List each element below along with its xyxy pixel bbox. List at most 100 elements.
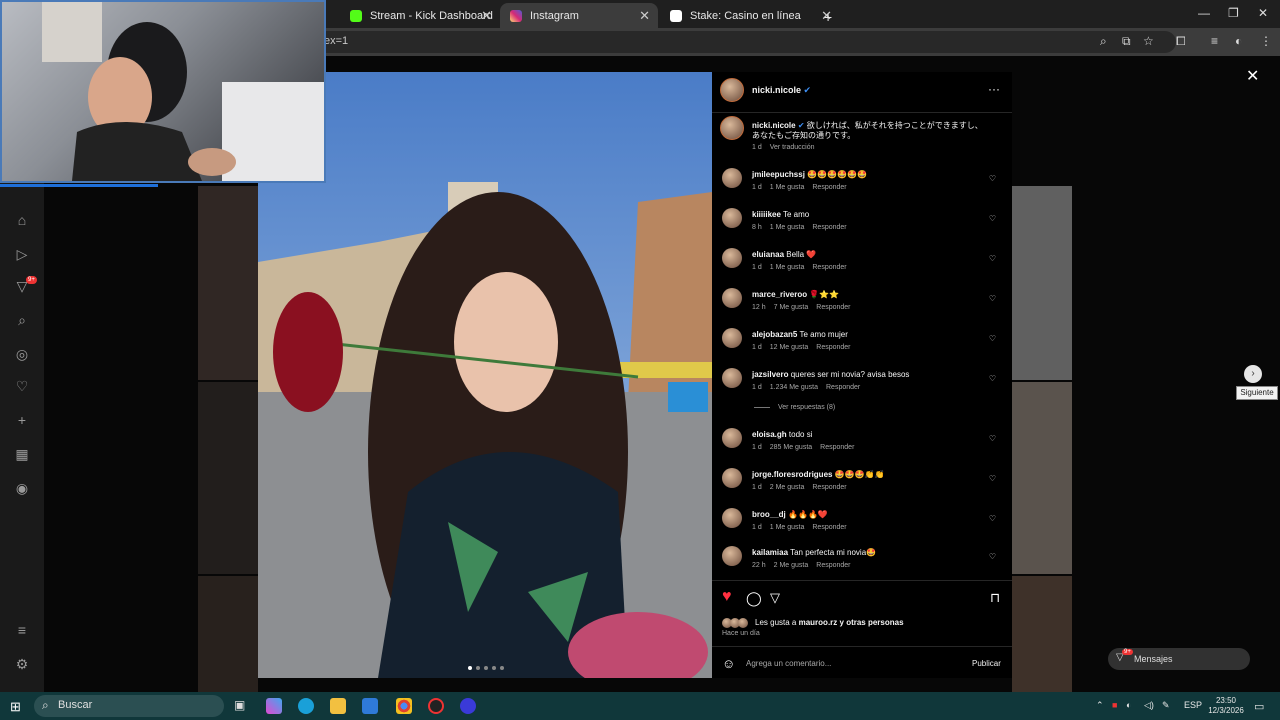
reply-button[interactable]: Responder [816,562,850,569]
pen-icon[interactable]: ✎ [1162,700,1170,711]
commenter-avatar[interactable] [722,248,742,268]
commenter-avatar[interactable] [722,208,742,228]
new-tab-button[interactable]: + [818,4,840,29]
like-comment-icon[interactable]: ♡ [989,214,996,223]
tray-app-icon[interactable]: ■ [1112,700,1117,710]
reply-button[interactable]: Responder [812,224,846,231]
liked-by-username[interactable]: mauroo.rz [799,618,838,627]
commenter-avatar[interactable] [722,468,742,488]
comment-input[interactable]: Agrega un comentario... [746,659,831,668]
comment-likes[interactable]: 12 Me gusta [770,344,809,351]
reply-button[interactable]: Responder [812,184,846,191]
analytics-icon[interactable]: ▦ [14,446,30,463]
author-username[interactable]: nicki.nicole [752,85,801,95]
commenter-username[interactable]: alejobazan5 [752,330,797,339]
like-comment-icon[interactable]: ♡ [989,294,996,303]
tray-app-icon[interactable]: ◐ [1126,700,1131,710]
translate-link[interactable]: Ver traducción [770,144,815,151]
profile-icon[interactable]: ◐ [1235,34,1242,48]
tab-kick-dashboard[interactable]: Stream - Kick Dashboard ✕ [340,3,500,28]
commenter-username[interactable]: eloisa.gh [752,430,787,439]
others-link[interactable]: y otras personas [840,618,904,627]
next-post-button[interactable]: › [1244,365,1262,383]
chrome-icon[interactable] [396,698,412,714]
publish-button[interactable]: Publicar [972,659,1001,668]
commenter-avatar[interactable] [722,368,742,388]
menu-icon[interactable]: ≡ [14,622,30,638]
bookmark-star-icon[interactable]: ☆ [1143,34,1154,48]
comment-likes[interactable]: 1 Me gusta [770,264,805,271]
comment-likes[interactable]: 1 Me gusta [770,184,805,191]
close-window-icon[interactable]: ✕ [1258,6,1268,20]
heart-icon[interactable]: ♡ [14,378,30,395]
commenter-username[interactable]: jazsilvero [752,370,788,379]
reply-button[interactable]: Responder [816,304,850,311]
extensions-icon[interactable]: ⧠ [1176,34,1186,49]
commenter-avatar[interactable] [722,546,742,566]
like-comment-icon[interactable]: ♡ [989,434,996,443]
zoom-icon[interactable]: ⌕ [1100,34,1107,49]
profile-icon[interactable]: ◉ [14,480,30,497]
task-view-icon[interactable]: ▣ [234,698,250,714]
reply-button[interactable]: Responder [812,264,846,271]
save-post-icon[interactable]: ⊓ [990,590,1000,606]
notification-center-icon[interactable]: ▭ [1254,700,1264,713]
language-indicator[interactable]: ESP [1184,700,1202,710]
comment-likes[interactable]: 2 Me gusta [774,562,809,569]
like-post-icon[interactable]: ♥ [722,588,732,606]
comment-likes[interactable]: 1 Me gusta [770,224,805,231]
reply-button[interactable]: Responder [812,524,846,531]
video-icon[interactable]: ▷ [14,246,30,263]
tab-instagram[interactable]: Instagram ✕ [500,3,658,28]
obs-icon[interactable] [428,698,444,714]
tray-chevron-icon[interactable]: ⌃ [1096,700,1104,711]
close-tab-icon[interactable]: ✕ [481,8,492,24]
like-comment-icon[interactable]: ♡ [989,174,996,183]
close-modal-icon[interactable]: ✕ [1246,66,1259,86]
commenter-username[interactable]: kailamiaa [752,548,788,557]
caption-avatar[interactable] [720,116,744,140]
like-comment-icon[interactable]: ♡ [989,552,996,561]
restore-icon[interactable]: ❐ [1228,6,1239,20]
app-icon[interactable] [460,698,476,714]
settings-icon[interactable]: ⚙ [14,656,30,673]
comment-likes[interactable]: 2 Me gusta [770,484,805,491]
comment-likes[interactable]: 1.234 Me gusta [770,384,818,391]
reading-list-icon[interactable]: ≡ [1211,34,1218,48]
add-icon[interactable]: + [14,412,30,428]
commenter-username[interactable]: marce_riveroo [752,290,807,299]
comment-likes[interactable]: 1 Me gusta [770,524,805,531]
commenter-username[interactable]: broo__dj [752,510,786,519]
commenter-username[interactable]: jmileepuchssj [752,170,805,179]
like-comment-icon[interactable]: ♡ [989,474,996,483]
reply-button[interactable]: Responder [826,384,860,391]
commenter-avatar[interactable] [722,328,742,348]
reply-button[interactable]: Responder [816,344,850,351]
more-options-icon[interactable]: ··· [988,82,1000,96]
commenter-avatar[interactable] [722,508,742,528]
commenter-username[interactable]: kiiiiikee [752,210,781,219]
minimize-icon[interactable]: — [1198,6,1210,20]
emoji-icon[interactable]: ☺ [722,656,735,671]
like-comment-icon[interactable]: ♡ [989,374,996,383]
reply-button[interactable]: Responder [820,444,854,451]
edge-icon[interactable] [298,698,314,714]
outlook-icon[interactable] [362,698,378,714]
like-comment-icon[interactable]: ♡ [989,334,996,343]
view-replies-row[interactable]: Ver respuestas (8) [754,404,835,411]
comment-likes[interactable]: 285 Me gusta [770,444,812,451]
author-avatar[interactable] [720,78,744,102]
more-menu-icon[interactable]: ⋮ [1260,34,1272,48]
address-bar[interactable]: ex=1 [316,31,1176,53]
explore-icon[interactable]: ◎ [14,346,30,363]
commenter-avatar[interactable] [722,428,742,448]
search-icon[interactable]: ⌕ [14,312,30,329]
view-replies-link[interactable]: Ver respuestas (8) [778,404,835,411]
commenter-username[interactable]: jorge.floresrodrigues [752,470,832,479]
commenter-avatar[interactable] [722,288,742,308]
share-icon[interactable]: ▽ [770,590,780,606]
volume-icon[interactable]: ◁) [1144,700,1154,711]
like-comment-icon[interactable]: ♡ [989,254,996,263]
windows-start-icon[interactable]: ⊞ [10,699,21,715]
copilot-icon[interactable] [266,698,282,714]
